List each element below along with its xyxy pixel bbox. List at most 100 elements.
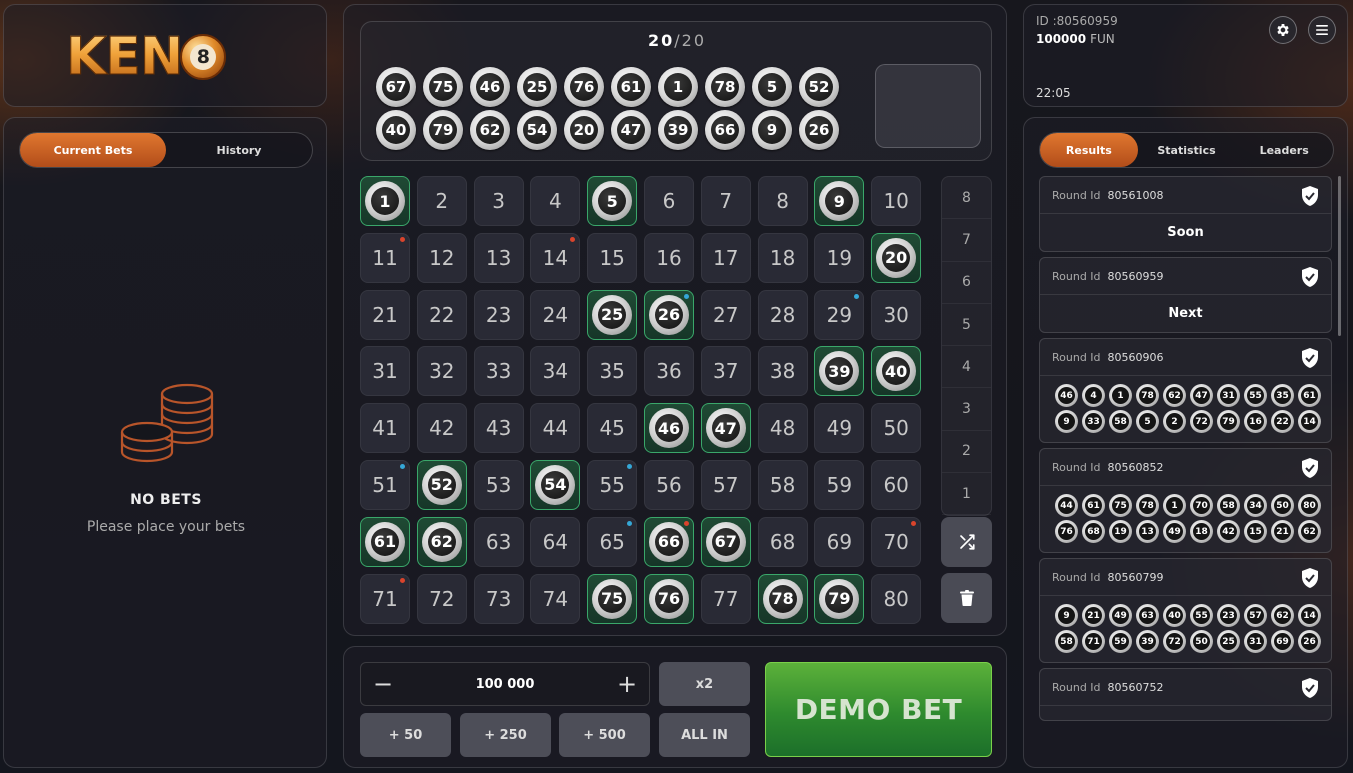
- number-cell[interactable]: 7: [700, 176, 751, 226]
- clear-selection-button[interactable]: [941, 573, 992, 623]
- number-cell[interactable]: 10: [871, 176, 922, 226]
- number-cell[interactable]: 59: [814, 459, 865, 510]
- number-cell[interactable]: 48: [757, 403, 808, 454]
- number-cell[interactable]: 56: [643, 459, 694, 510]
- number-cell[interactable]: 77: [700, 573, 751, 624]
- number-cell[interactable]: 8: [757, 176, 808, 226]
- number-cell[interactable]: 72: [416, 573, 467, 624]
- number-cell[interactable]: 26: [643, 289, 694, 340]
- number-cell[interactable]: 6: [643, 176, 694, 226]
- number-cell[interactable]: 57: [700, 459, 751, 510]
- tab-results[interactable]: Results: [1040, 133, 1138, 167]
- number-cell[interactable]: 45: [587, 403, 638, 454]
- number-cell[interactable]: 43: [473, 403, 524, 454]
- number-cell[interactable]: 1: [360, 176, 410, 226]
- demo-bet-button[interactable]: DEMO BET: [765, 662, 992, 757]
- number-cell[interactable]: 67: [700, 516, 751, 567]
- number-cell[interactable]: 5: [587, 176, 638, 226]
- number-cell[interactable]: 53: [473, 459, 524, 510]
- number-cell[interactable]: 4: [530, 176, 581, 226]
- number-cell[interactable]: 73: [473, 573, 524, 624]
- random-pick-button[interactable]: [941, 517, 992, 567]
- number-cell[interactable]: 37: [700, 346, 751, 397]
- number-cell[interactable]: 33: [473, 346, 524, 397]
- tab-leaders[interactable]: Leaders: [1235, 133, 1333, 167]
- number-cell[interactable]: 65: [587, 516, 638, 567]
- number-cell[interactable]: 70: [871, 516, 922, 567]
- number-cell[interactable]: 50: [871, 403, 922, 454]
- decrease-amount-button[interactable]: −: [371, 672, 395, 696]
- shield-check-icon[interactable]: [1301, 568, 1319, 588]
- number-cell[interactable]: 24: [530, 289, 581, 340]
- number-cell[interactable]: 38: [757, 346, 808, 397]
- number-cell[interactable]: 2: [416, 176, 467, 226]
- number-cell[interactable]: 19: [814, 232, 865, 283]
- number-cell[interactable]: 16: [643, 232, 694, 283]
- number-cell[interactable]: 13: [473, 232, 524, 283]
- number-cell[interactable]: 31: [360, 346, 410, 397]
- number-cell[interactable]: 14: [530, 232, 581, 283]
- shield-check-icon[interactable]: [1301, 186, 1319, 206]
- number-cell[interactable]: 25: [587, 289, 638, 340]
- results-scrollbar[interactable]: [1338, 176, 1341, 336]
- number-cell[interactable]: 52: [416, 459, 467, 510]
- number-cell[interactable]: 42: [416, 403, 467, 454]
- double-bet-button[interactable]: x2: [659, 662, 750, 706]
- number-cell[interactable]: 22: [416, 289, 467, 340]
- number-cell[interactable]: 17: [700, 232, 751, 283]
- add-50-button[interactable]: + 50: [360, 713, 451, 757]
- add-250-button[interactable]: + 250: [460, 713, 551, 757]
- number-cell[interactable]: 39: [814, 346, 865, 397]
- menu-button[interactable]: [1308, 16, 1336, 44]
- number-cell[interactable]: 69: [814, 516, 865, 567]
- number-cell[interactable]: 62: [416, 516, 467, 567]
- number-cell[interactable]: 63: [473, 516, 524, 567]
- number-cell[interactable]: 66: [643, 516, 694, 567]
- number-cell[interactable]: 78: [757, 573, 808, 624]
- tab-history[interactable]: History: [166, 133, 312, 167]
- number-cell[interactable]: 28: [757, 289, 808, 340]
- number-cell[interactable]: 41: [360, 403, 410, 454]
- number-cell[interactable]: 34: [530, 346, 581, 397]
- shield-check-icon[interactable]: [1301, 267, 1319, 287]
- number-cell[interactable]: 15: [587, 232, 638, 283]
- number-cell[interactable]: 71: [360, 573, 410, 624]
- shield-check-icon[interactable]: [1301, 348, 1319, 368]
- number-cell[interactable]: 29: [814, 289, 865, 340]
- number-cell[interactable]: 44: [530, 403, 581, 454]
- number-cell[interactable]: 51: [360, 459, 410, 510]
- number-cell[interactable]: 27: [700, 289, 751, 340]
- tab-current-bets[interactable]: Current Bets: [20, 133, 166, 167]
- number-cell[interactable]: 11: [360, 232, 410, 283]
- number-cell[interactable]: 60: [871, 459, 922, 510]
- number-cell[interactable]: 80: [871, 573, 922, 624]
- settings-button[interactable]: [1269, 16, 1297, 44]
- bet-amount-value[interactable]: 100 000: [476, 677, 535, 692]
- number-cell[interactable]: 23: [473, 289, 524, 340]
- number-cell[interactable]: 30: [871, 289, 922, 340]
- number-cell[interactable]: 68: [757, 516, 808, 567]
- shield-check-icon[interactable]: [1301, 678, 1319, 698]
- number-cell[interactable]: 20: [871, 232, 922, 283]
- increase-amount-button[interactable]: +: [615, 672, 639, 696]
- number-cell[interactable]: 64: [530, 516, 581, 567]
- number-cell[interactable]: 40: [871, 346, 922, 397]
- number-cell[interactable]: 32: [416, 346, 467, 397]
- number-cell[interactable]: 3: [473, 176, 524, 226]
- number-cell[interactable]: 76: [643, 573, 694, 624]
- shield-check-icon[interactable]: [1301, 458, 1319, 478]
- number-cell[interactable]: 54: [530, 459, 581, 510]
- number-cell[interactable]: 12: [416, 232, 467, 283]
- number-cell[interactable]: 74: [530, 573, 581, 624]
- all-in-button[interactable]: ALL IN: [659, 713, 750, 757]
- number-cell[interactable]: 49: [814, 403, 865, 454]
- number-cell[interactable]: 46: [643, 403, 694, 454]
- number-cell[interactable]: 79: [814, 573, 865, 624]
- add-500-button[interactable]: + 500: [559, 713, 650, 757]
- number-cell[interactable]: 35: [587, 346, 638, 397]
- tab-statistics[interactable]: Statistics: [1138, 133, 1236, 167]
- number-cell[interactable]: 18: [757, 232, 808, 283]
- number-cell[interactable]: 36: [643, 346, 694, 397]
- number-cell[interactable]: 55: [587, 459, 638, 510]
- number-cell[interactable]: 47: [700, 403, 751, 454]
